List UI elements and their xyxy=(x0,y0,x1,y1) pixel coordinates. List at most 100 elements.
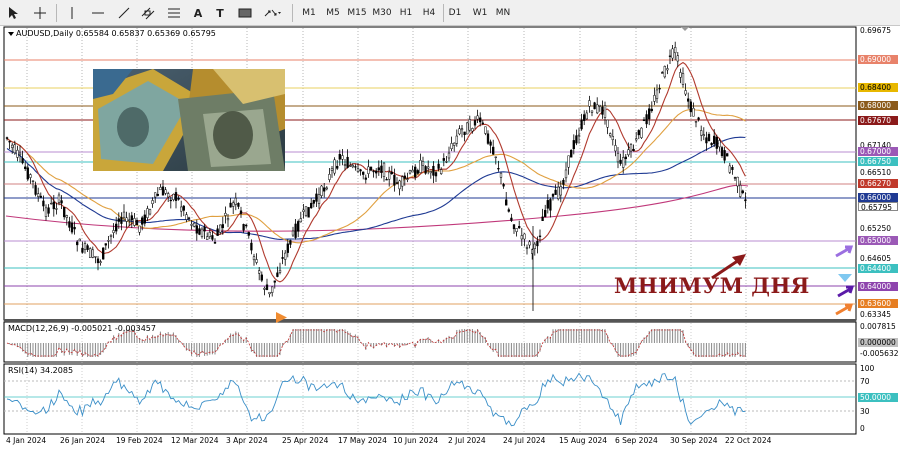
candle-body xyxy=(198,228,201,235)
candle-body xyxy=(627,149,630,156)
tf-m15-button[interactable]: M15 xyxy=(346,3,368,23)
candle-body xyxy=(182,205,185,211)
candle-body xyxy=(741,190,744,194)
candle-body xyxy=(346,156,349,168)
level-tag-7: 0.66000 xyxy=(858,193,898,202)
candle-body xyxy=(401,176,404,187)
level-tag-2: 0.68000 xyxy=(858,101,898,110)
candle-body xyxy=(330,168,334,171)
candle-body xyxy=(476,115,479,120)
candle-body xyxy=(263,287,266,290)
macd-y-label: 0.007815 xyxy=(860,322,896,331)
candle-body xyxy=(429,171,432,174)
tf-m1-button[interactable]: M1 xyxy=(299,3,319,23)
date-label: 10 Jun 2024 xyxy=(393,436,439,445)
chart-header: AUDUSD,Daily 0.65584 0.65837 0.65369 0.6… xyxy=(8,29,216,38)
candle-body xyxy=(65,215,68,218)
candle-body xyxy=(154,192,157,198)
arrows-tool-button[interactable] xyxy=(262,3,284,23)
candle-body xyxy=(57,194,61,203)
date-label: 2 Jul 2024 xyxy=(448,436,486,445)
candle-body xyxy=(398,180,401,190)
candle-body xyxy=(442,158,445,161)
tf-m5-button[interactable]: M5 xyxy=(323,3,343,23)
candle-body xyxy=(96,258,100,264)
vertical-line-tool-button[interactable] xyxy=(62,3,82,23)
rsi-y-label: 70 xyxy=(860,377,870,386)
cursor-tool-button[interactable] xyxy=(4,3,22,23)
tf-h1-button[interactable]: H1 xyxy=(397,3,415,23)
candle-body xyxy=(37,193,40,197)
candle-body xyxy=(39,195,42,198)
candle-body xyxy=(689,101,692,113)
candle-body xyxy=(515,228,518,232)
candle-body xyxy=(310,202,313,209)
candle-body xyxy=(125,217,128,222)
candle-body xyxy=(554,189,557,195)
candle-body xyxy=(744,199,747,202)
candle-body xyxy=(291,230,295,236)
tf-mn-button[interactable]: MN xyxy=(493,3,513,23)
y-label: 0.66510 xyxy=(860,168,892,177)
candle-body xyxy=(315,193,318,202)
candle-body xyxy=(276,272,279,277)
candle-body xyxy=(450,143,453,149)
candle-body xyxy=(463,131,466,135)
date-label: 17 May 2024 xyxy=(338,436,387,445)
channel-tool-button[interactable] xyxy=(138,3,158,23)
y-label: 0.69675 xyxy=(860,26,892,35)
candle-body xyxy=(507,209,510,212)
arrow-dark-purple xyxy=(837,285,855,298)
candle-body xyxy=(26,167,29,180)
candle-body xyxy=(440,169,443,174)
horizontal-line-tool-button[interactable] xyxy=(88,3,108,23)
candle-body xyxy=(408,170,412,174)
candle-body xyxy=(323,187,326,192)
candle-body xyxy=(112,230,115,233)
label-tool-button[interactable]: T xyxy=(212,3,228,23)
shapes-tool-button[interactable] xyxy=(236,3,254,23)
candle-body xyxy=(164,189,167,194)
rsi-panel-frame xyxy=(3,363,857,435)
chart-window[interactable]: AUDUSD,Daily 0.65584 0.65837 0.65369 0.6… xyxy=(0,26,900,452)
toolbar-separator xyxy=(56,4,57,22)
candle-body xyxy=(598,104,601,107)
candle-body xyxy=(187,217,191,219)
trendline-tool-button[interactable] xyxy=(114,3,134,23)
candle-body xyxy=(226,218,230,221)
candle-body xyxy=(718,140,721,148)
candle-body xyxy=(5,137,9,139)
date-label: 12 Mar 2024 xyxy=(171,436,219,445)
candle-body xyxy=(349,165,352,167)
candle-body xyxy=(700,130,703,136)
candle-body xyxy=(635,138,638,141)
text-tool-button[interactable]: A xyxy=(190,3,206,23)
candle-body xyxy=(260,274,263,281)
candle-body xyxy=(68,221,71,228)
fibonacci-tool-button[interactable] xyxy=(164,3,184,23)
tf-d1-button[interactable]: D1 xyxy=(446,3,464,23)
candle-body xyxy=(281,257,284,259)
candle-body xyxy=(583,114,586,121)
date-label: 26 Jan 2024 xyxy=(60,436,105,445)
candle-body xyxy=(606,119,609,128)
crosshair-tool-button[interactable] xyxy=(30,3,50,23)
candle-body xyxy=(44,207,48,217)
macd-zero-tag: 0.000000 xyxy=(858,338,898,347)
candle-body xyxy=(151,200,154,204)
candle-body xyxy=(284,252,287,260)
y-label: 0.64605 xyxy=(860,254,892,263)
candle-body xyxy=(180,206,183,212)
tf-w1-button[interactable]: W1 xyxy=(470,3,490,23)
tf-m30-button[interactable]: M30 xyxy=(371,3,393,23)
candle-body xyxy=(375,170,378,174)
candle-body xyxy=(247,232,250,236)
candle-body xyxy=(273,280,276,283)
candle-body xyxy=(658,87,661,90)
candle-body xyxy=(609,133,612,137)
candle-body xyxy=(650,108,653,112)
level-tag-1: 0.68400 xyxy=(858,83,898,92)
tf-h4-button[interactable]: H4 xyxy=(420,3,438,23)
candle-body xyxy=(437,163,440,169)
candle-body xyxy=(710,142,713,146)
